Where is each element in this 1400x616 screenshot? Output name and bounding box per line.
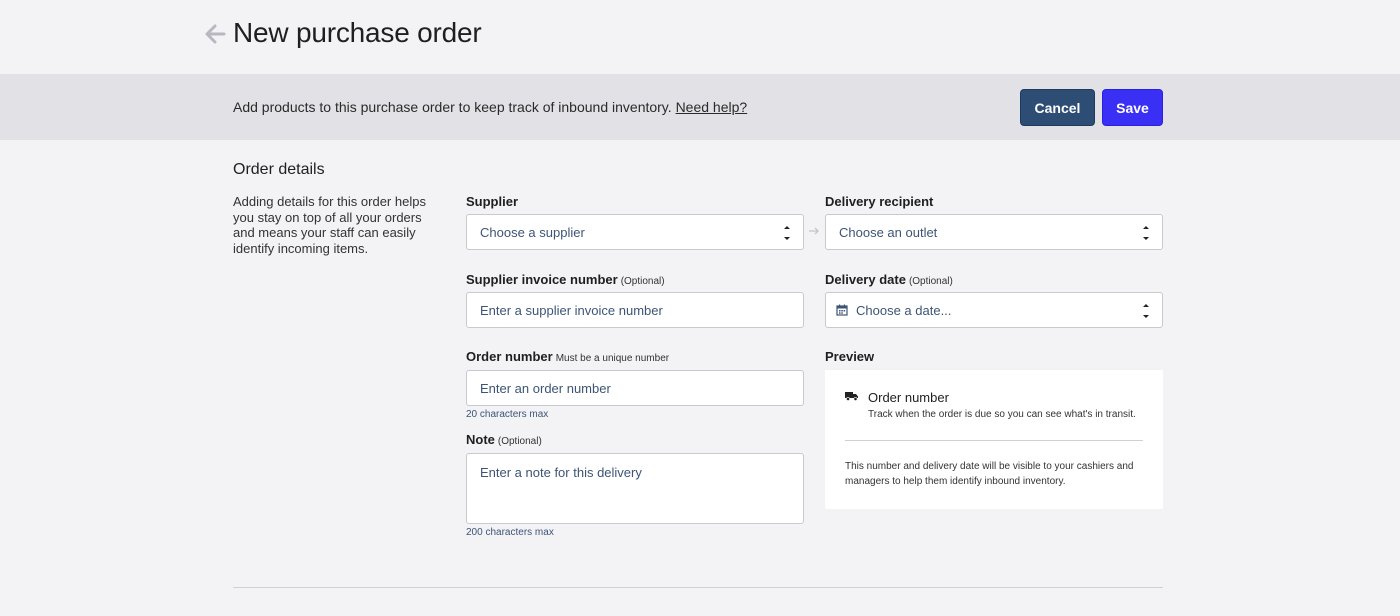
supplier-invoice-label-text: Supplier invoice number [466, 272, 618, 287]
help-link[interactable]: Need help? [676, 99, 748, 115]
select-stepper-icon [1143, 304, 1149, 318]
supplier-placeholder: Choose a supplier [480, 224, 585, 240]
delivery-date-placeholder: Choose a date... [856, 302, 952, 318]
calendar-icon [836, 304, 848, 316]
banner-message: Add products to this purchase order to k… [233, 99, 672, 115]
section-description: Adding details for this order helps you … [233, 194, 426, 256]
save-button[interactable]: Save [1102, 89, 1163, 126]
delivery-date-label-text: Delivery date [825, 272, 906, 287]
select-stepper-icon [784, 226, 790, 240]
preview-divider [845, 440, 1143, 441]
delivery-date-picker[interactable]: Choose a date... [825, 292, 1163, 328]
supplier-invoice-placeholder: Enter a supplier invoice number [480, 302, 663, 318]
preview-title: Order number [868, 390, 949, 405]
cancel-button[interactable]: Cancel [1020, 89, 1095, 126]
note-placeholder: Enter a note for this delivery [480, 465, 642, 480]
order-number-label-text: Order number [466, 349, 553, 364]
note-label-text: Note [466, 432, 495, 447]
note-label: Note (Optional) [466, 432, 542, 447]
page-header: New purchase order [0, 0, 1400, 74]
delivery-recipient-placeholder: Choose an outlet [839, 224, 938, 240]
banner-text: Add products to this purchase order to k… [233, 99, 747, 115]
supplier-invoice-input[interactable]: Enter a supplier invoice number [466, 292, 804, 328]
order-number-label: Order number Must be a unique number [466, 349, 669, 364]
optional-tag: (Optional) [620, 276, 665, 287]
preview-note: This number and delivery date will be vi… [845, 461, 1134, 487]
section-title: Order details [233, 161, 325, 178]
action-banner: Add products to this purchase order to k… [0, 74, 1400, 140]
supplier-label: Supplier [466, 194, 518, 209]
order-number-hint: 20 characters max [466, 409, 549, 420]
delivery-recipient-label-text: Delivery recipient [825, 194, 934, 209]
optional-tag: (Optional) [497, 436, 542, 447]
note-hint: 200 characters max [466, 527, 554, 538]
note-textarea[interactable]: Enter a note for this delivery [466, 453, 804, 524]
delivery-date-label: Delivery date (Optional) [825, 272, 953, 287]
arrow-right-icon [809, 227, 819, 235]
preview-label-text: Preview [825, 349, 875, 364]
optional-tag: (Optional) [908, 276, 953, 287]
arrow-left-icon[interactable] [204, 22, 226, 46]
supplier-select[interactable]: Choose a supplier [466, 214, 804, 250]
preview-card: Order number Track when the order is due… [825, 370, 1163, 509]
delivery-recipient-label: Delivery recipient [825, 194, 933, 209]
truck-icon [845, 392, 858, 401]
section-divider [233, 587, 1163, 588]
preview-subtitle: Track when the order is due so you can s… [868, 409, 1136, 420]
supplier-invoice-label: Supplier invoice number (Optional) [466, 272, 665, 287]
preview-label: Preview [825, 349, 874, 364]
order-number-placeholder: Enter an order number [480, 380, 611, 396]
delivery-recipient-select[interactable]: Choose an outlet [825, 214, 1163, 250]
supplier-label-text: Supplier [466, 194, 519, 209]
unique-note: Must be a unique number [555, 353, 670, 364]
select-stepper-icon [1143, 226, 1149, 240]
order-number-input[interactable]: Enter an order number [466, 370, 804, 406]
page-title: New purchase order [233, 17, 482, 48]
